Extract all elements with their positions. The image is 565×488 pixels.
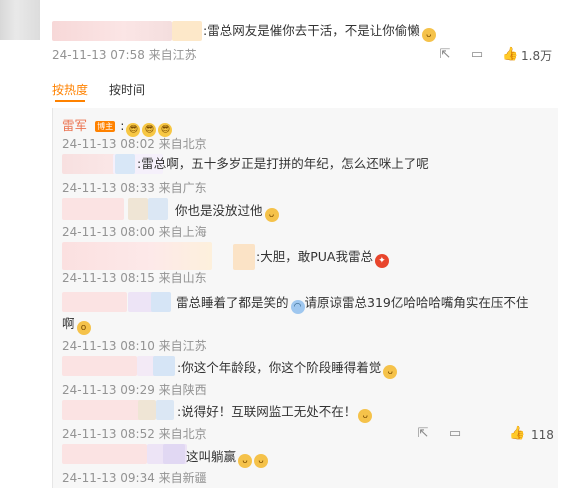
reply-meta: 24-11-13 08:52 来自北京 — [62, 427, 207, 441]
post-author[interactable]: 雷军 — [62, 118, 87, 133]
reply-user-blurred[interactable] — [62, 198, 124, 220]
shocked-emoji: o — [76, 321, 91, 335]
reply-user-blurred[interactable] — [115, 154, 135, 174]
reply-user-blurred[interactable] — [62, 242, 212, 270]
like-icon[interactable]: 👍 — [502, 47, 518, 63]
reply-text: 这叫躺赢 — [186, 449, 237, 464]
tab-time[interactable]: 按时间 — [109, 81, 145, 98]
reply-text: :你这个年龄段，你这个阶段睡得着觉 — [177, 360, 382, 375]
reply-user-blurred[interactable] — [128, 198, 148, 220]
top-comment-text: :雷总网友是催你去干活，不是让你偷懒 — [203, 23, 420, 38]
reply-user-blurred[interactable] — [62, 400, 147, 420]
reply-meta: 24-11-13 08:15 来自山东 — [62, 271, 207, 285]
cat-emoji: ᴗ — [254, 454, 269, 468]
reply-meta: 24-11-13 09:29 来自陕西 — [62, 383, 207, 397]
comment-icon[interactable]: ▭ — [469, 47, 485, 63]
cat-emoji: ᴗ — [238, 454, 253, 468]
sunglasses-emoji: 😎 — [126, 123, 141, 137]
badge: 博主 — [95, 121, 116, 132]
post-prefix: : — [120, 118, 125, 133]
reply-text-2: 请原谅雷总319亿哈哈哈嘴角实在压不住 — [304, 295, 529, 310]
cat-emoji: ᴗ — [421, 28, 436, 42]
tab-hot[interactable]: 按热度 — [52, 81, 88, 98]
username-blurred-2[interactable] — [172, 21, 202, 41]
post-meta: 24-11-13 08:02 来自北京 — [62, 137, 207, 151]
replies-card: 雷军 博主 : 😎 😎 😎 24-11-13 08:02 来自北京 :雷总啊，五十多岁… — [52, 108, 558, 488]
laugh-cry-emoji: ◠ — [290, 300, 305, 314]
like-count: 1.8万 — [521, 49, 553, 63]
reply-meta: 24-11-13 08:33 来自广东 — [62, 181, 207, 195]
tab-underline — [55, 100, 85, 102]
avatar[interactable] — [0, 0, 40, 40]
reply-user-blurred[interactable] — [62, 356, 137, 376]
sunglasses-emoji: 😎 — [158, 123, 173, 137]
reply-text: :大胆，敢PUA我雷总 — [256, 249, 373, 264]
reply-user-blurred[interactable] — [138, 400, 156, 420]
cat-emoji: ᴗ — [383, 365, 398, 379]
fire-emoji: ✦ — [374, 254, 389, 268]
cat-emoji: ᴗ — [358, 409, 373, 423]
reply-text: 雷总睡着了都是笑的 — [176, 295, 289, 310]
reply-user-blurred[interactable] — [62, 292, 127, 312]
username-blurred[interactable] — [52, 21, 172, 41]
sunglasses-emoji: 😎 — [142, 123, 157, 137]
comment-icon[interactable]: ▭ — [447, 426, 463, 442]
reply-user-blurred[interactable] — [233, 244, 255, 270]
top-comment-meta: 24-11-13 07:58 来自江苏 — [52, 48, 197, 62]
reply-user-blurred[interactable] — [163, 444, 185, 464]
reply-meta: 24-11-13 08:00 来自上海 — [62, 225, 207, 239]
reply-user-blurred[interactable] — [153, 356, 175, 376]
share-icon[interactable]: ⇱ — [437, 47, 453, 63]
reply-user-blurred[interactable] — [148, 198, 168, 220]
like-icon[interactable]: 👍 — [509, 426, 525, 442]
share-icon[interactable]: ⇱ — [415, 426, 431, 442]
reply-user-blurred[interactable] — [62, 444, 147, 464]
reply-text: :说得好！互联网监工无处不在！ — [177, 404, 357, 419]
reply-user-blurred[interactable] — [151, 292, 171, 312]
reply-meta: 24-11-13 09:34 来自新疆 — [62, 471, 207, 485]
reply-text: 你也是没放过他 — [175, 203, 263, 218]
like-count: 118 — [531, 428, 554, 442]
reply-text: :雷总啊，五十多岁正是打拼的年纪，怎么还咪上了呢 — [137, 156, 429, 171]
cat-emoji: ᴗ — [264, 208, 279, 222]
reply-meta: 24-11-13 08:10 来自江苏 — [62, 339, 207, 353]
reply-text-3: 啊 — [62, 316, 75, 331]
reply-user-blurred[interactable] — [156, 400, 174, 420]
